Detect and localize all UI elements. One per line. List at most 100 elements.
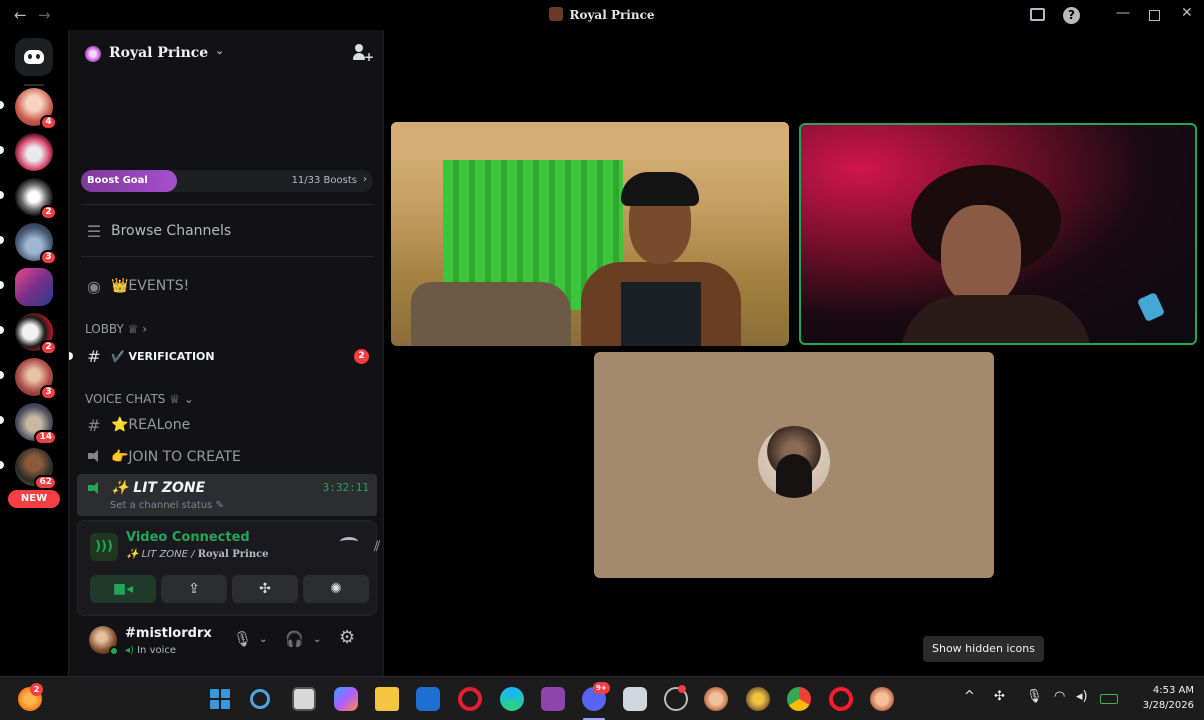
opera-icon[interactable]	[458, 687, 482, 711]
boost-goal-bar[interactable]: Boost Goal 11/33 Boosts ›	[81, 170, 373, 192]
camera-button[interactable]: ■◂	[90, 575, 156, 603]
microphone-icon[interactable]: 🎙	[233, 630, 252, 648]
rail-divider	[24, 84, 44, 86]
video-tile-speaking[interactable]	[799, 123, 1197, 345]
close-button[interactable]: ✕	[1181, 5, 1193, 21]
server-icon[interactable]	[15, 268, 53, 306]
channel-label: 👉JOIN TO CREATE	[111, 449, 241, 465]
task-view-icon[interactable]	[292, 687, 316, 711]
noise-suppression-icon[interactable]: ⫽	[374, 539, 380, 555]
server-icon[interactable]: 3	[15, 358, 57, 400]
new-badge[interactable]: NEW	[8, 490, 60, 508]
server-icon[interactable]	[15, 133, 53, 171]
clipchamp-icon[interactable]	[541, 687, 565, 711]
boost-goal-label: Boost Goal	[87, 175, 148, 186]
voice-server-name: Royal Prince	[197, 549, 269, 560]
outlook-icon[interactable]	[416, 687, 440, 711]
copilot-icon[interactable]	[334, 687, 358, 711]
avatar-tile[interactable]	[594, 352, 994, 578]
text-channel-hash-icon: #	[87, 416, 101, 435]
channel-label: ✔️ VERIFICATION	[111, 350, 215, 363]
server-icon[interactable]: 14	[15, 403, 57, 445]
disconnect-icon[interactable]	[340, 537, 358, 546]
app-icon[interactable]	[704, 687, 728, 711]
voice-action-buttons: ■◂ ⇪ ✣ ✺	[90, 575, 369, 603]
call-timer: 3:32:11	[322, 481, 369, 494]
edge-icon[interactable]	[500, 687, 524, 711]
server-icon[interactable]: 2	[15, 313, 57, 355]
show-hidden-icons-chevron-icon[interactable]: ^	[964, 689, 975, 704]
microphone-icon[interactable]: 🎙	[1026, 689, 1043, 704]
gear-icon[interactable]: ⚙	[339, 627, 355, 648]
audio-options-chevron-icon[interactable]: ⌄	[313, 634, 321, 645]
soundboard-button[interactable]: ✺	[303, 575, 369, 603]
discord-home-button[interactable]	[15, 38, 53, 76]
minimize-button[interactable]: —	[1116, 5, 1130, 21]
screen-share-button[interactable]: ⇪	[161, 575, 227, 603]
channel-join-to-create[interactable]: 👉JOIN TO CREATE	[77, 442, 377, 472]
server-icon	[85, 46, 101, 62]
connection-signal-icon[interactable]: )))	[90, 533, 118, 561]
server-icon[interactable]: 2	[15, 178, 57, 220]
wifi-icon[interactable]: ◠	[1054, 689, 1065, 704]
volume-icon[interactable]: ◂)	[1076, 689, 1088, 704]
text-channel-hash-icon: #	[87, 347, 101, 366]
taskbar: 2 9+ ^ ✣ 🎙 ◠ ◂) 4:53 AM 3/28/2026	[0, 676, 1204, 720]
system-clock[interactable]: 4:53 AM 3/28/2026	[1128, 683, 1194, 713]
channel-events[interactable]: ◉ 👑EVENTS!	[77, 271, 377, 301]
avatar[interactable]	[89, 626, 119, 656]
server-header[interactable]: Royal Prince ⌄ +	[69, 30, 385, 78]
video-background	[391, 122, 789, 160]
voice-location: ✨ LIT ZONE / Royal Prince	[126, 549, 269, 560]
category-lobby[interactable]: LOBBY ♕ ›	[77, 320, 377, 340]
maximize-button[interactable]	[1149, 10, 1160, 21]
channel-label: ✨ LIT ZONE	[111, 480, 206, 496]
server-icon[interactable]: 3	[15, 223, 57, 265]
opera-gx-icon[interactable]	[829, 687, 853, 711]
clock-time: 4:53 AM	[1152, 685, 1194, 696]
tray-app-icon[interactable]: ✣	[994, 689, 1005, 704]
chevron-right-icon: ›	[363, 174, 367, 185]
file-explorer-icon[interactable]	[375, 687, 399, 711]
voice-status[interactable]: Video Connected	[126, 530, 250, 545]
clock-date: 3/28/2026	[1142, 700, 1194, 711]
chevron-down-icon[interactable]: ⌄	[215, 44, 224, 57]
user-status: ◂) In voice	[125, 645, 176, 656]
category-label: LOBBY ♕ ›	[85, 322, 148, 336]
mic-options-chevron-icon[interactable]: ⌄	[259, 634, 267, 645]
category-voice-chats[interactable]: VOICE CHATS ♕ ⌄	[77, 390, 377, 410]
server-icon[interactable]: 4	[15, 88, 57, 130]
mention-badge: 4	[40, 115, 57, 130]
channel-label: 👑EVENTS!	[111, 278, 190, 294]
channel-lit-zone[interactable]: ✨ LIT ZONE 3:32:11 Set a channel status …	[77, 474, 377, 516]
server-icon	[549, 7, 564, 21]
server-icon[interactable]: 62	[15, 448, 57, 490]
mention-badge: 2	[40, 205, 57, 220]
discord-logo-icon	[24, 50, 44, 64]
set-channel-status[interactable]: Set a channel status ✎	[110, 500, 224, 511]
battery-icon[interactable]	[1100, 694, 1118, 704]
chrome-icon[interactable]	[787, 687, 811, 711]
channel-verification[interactable]: # ✔️ VERIFICATION 2	[69, 341, 377, 371]
username[interactable]: #mistlordrx	[125, 626, 212, 641]
participant-video	[901, 165, 1091, 343]
headphones-icon[interactable]: 🎧	[285, 630, 304, 648]
invite-people-icon[interactable]: +	[353, 44, 374, 64]
video-tile[interactable]	[391, 122, 789, 346]
activities-button[interactable]: ✣	[232, 575, 298, 603]
camera-app-icon[interactable]	[623, 687, 647, 711]
browse-channels-icon: ☰	[86, 222, 102, 241]
participant-avatar	[758, 426, 830, 498]
boost-count: 11/33 Boosts	[291, 175, 357, 186]
inbox-icon[interactable]	[1030, 8, 1045, 21]
browse-channels[interactable]: ☰ Browse Channels	[77, 216, 377, 246]
help-icon[interactable]: ?	[1063, 7, 1080, 24]
channel-realone[interactable]: # ⭐REALone	[77, 410, 377, 440]
voice-channel-icon	[85, 480, 103, 499]
windows-start-icon[interactable]	[208, 687, 232, 711]
notification-badge: 2	[30, 683, 43, 696]
server-rail: 4 2 3 2 3 14 62 NEW	[0, 30, 68, 676]
app-icon[interactable]	[746, 687, 770, 711]
app-icon[interactable]	[870, 687, 894, 711]
search-icon[interactable]	[250, 689, 270, 709]
